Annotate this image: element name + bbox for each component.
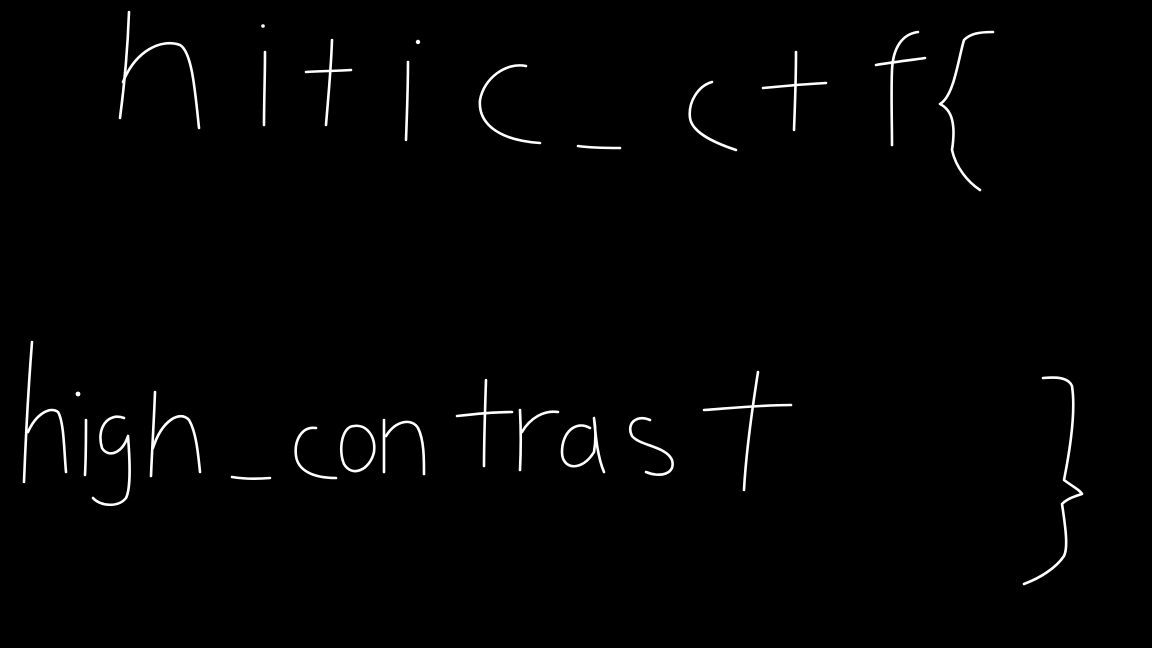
glyph-i-stem <box>262 50 267 127</box>
glyph-h3 <box>149 390 157 478</box>
glyph-h <box>118 10 131 120</box>
glyph-a <box>560 416 606 474</box>
glyph-i2-stem <box>404 60 410 142</box>
glyph-t3-stem <box>482 378 488 468</box>
glyph-c <box>478 64 542 145</box>
handwritten-line-2 <box>22 340 793 507</box>
glyph-t2-stem <box>792 50 798 132</box>
glyph-h3-hump <box>151 414 202 474</box>
glyph-c3 <box>294 426 338 480</box>
glyph-f <box>890 30 920 147</box>
glyph-t4-stem <box>742 370 760 492</box>
glyph-i3-dot <box>75 391 81 397</box>
glyph-h2-hump <box>26 408 68 474</box>
glyph-t4-bar <box>702 403 793 412</box>
glyph-close-brace <box>1022 376 1084 586</box>
glyph-h2 <box>22 340 34 484</box>
handwritten-line-1 <box>118 10 995 192</box>
glyph-open-brace <box>938 30 995 192</box>
glyph-underscore2 <box>230 475 272 480</box>
drawing-canvas: hitic_ctf{ high_contrast } <box>0 0 1152 648</box>
glyph-i-dot <box>261 24 265 28</box>
handwritten-closing-brace <box>1022 376 1084 586</box>
glyph-i2-dot <box>415 39 421 45</box>
handwriting-strokes <box>22 10 1084 586</box>
glyph-r <box>518 408 523 472</box>
glyph-underscore <box>576 144 622 150</box>
glyph-s <box>629 416 674 476</box>
glyph-i3-stem <box>83 418 88 477</box>
glyph-n-hump <box>384 420 426 476</box>
glyph-h-hump <box>121 41 201 130</box>
glyph-c2 <box>688 80 738 152</box>
glyph-r-arm <box>520 410 560 434</box>
glyph-o <box>340 424 376 473</box>
glyph-t-bar <box>304 68 353 74</box>
glyph-t-stem <box>324 38 334 127</box>
glyph-f-bar <box>874 56 927 67</box>
glyph-g <box>91 415 131 507</box>
